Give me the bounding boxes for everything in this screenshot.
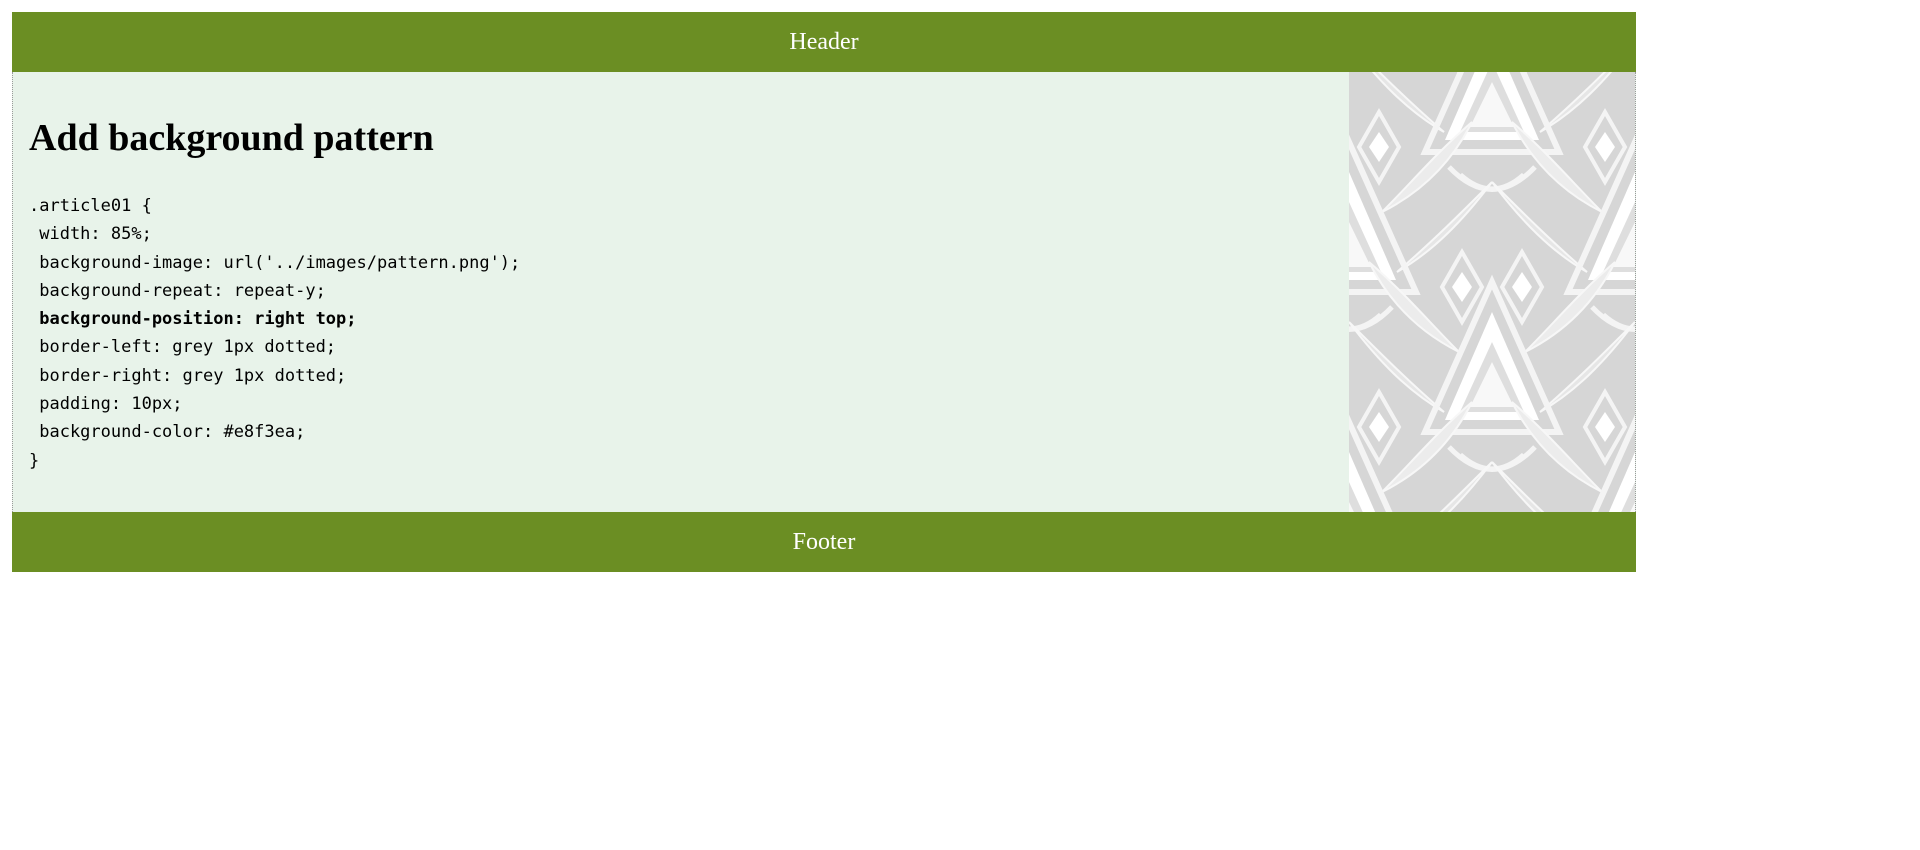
code-line: }	[29, 450, 40, 471]
article-section: Add background pattern .article01 { widt…	[12, 72, 1636, 512]
code-line: .article01 {	[29, 196, 152, 216]
code-line: width: 85%;	[29, 224, 152, 245]
footer-label: Footer	[792, 529, 856, 555]
code-line: background-color: #e8f3ea;	[29, 422, 306, 443]
page-container: Header Add background pattern .article01…	[12, 12, 1636, 572]
page-footer: Footer	[12, 512, 1636, 572]
article-title: Add background pattern	[29, 117, 434, 159]
code-line: border-left: grey 1px dotted;	[29, 337, 337, 358]
pattern-graphic	[1349, 72, 1635, 512]
page-header: Header	[12, 12, 1636, 72]
header-label: Header	[789, 29, 859, 55]
background-pattern-image	[1349, 72, 1635, 512]
code-line: padding: 10px;	[29, 394, 183, 415]
code-line: background-image: url('../images/pattern…	[29, 252, 521, 273]
article-content: Add background pattern .article01 { widt…	[29, 72, 1335, 475]
code-line: border-right: grey 1px dotted;	[29, 365, 347, 386]
code-line: background-position: right top;	[29, 309, 357, 330]
code-block: .article01 { width: 85%; background-imag…	[29, 192, 1335, 475]
code-line: background-repeat: repeat-y;	[29, 280, 326, 301]
